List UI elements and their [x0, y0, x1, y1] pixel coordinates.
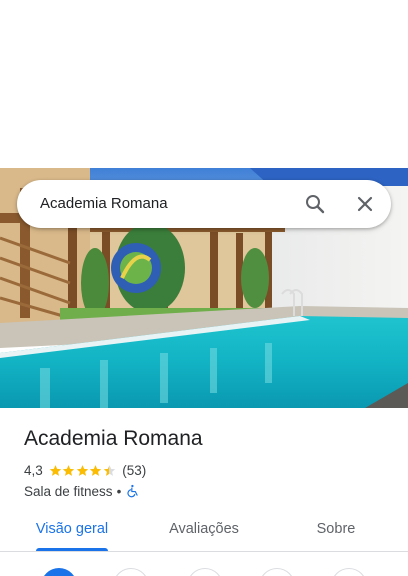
tab-overview[interactable]: Visão geral [24, 521, 120, 537]
map-area [0, 0, 408, 168]
place-title: Academia Romana [24, 427, 203, 450]
star-icon [49, 464, 61, 476]
rating-row[interactable]: 4,3 (53) [24, 461, 146, 479]
category-row: Sala de fitness • [24, 482, 140, 500]
review-count[interactable]: (53) [122, 463, 146, 478]
close-icon[interactable] [353, 192, 377, 216]
share-button[interactable] [331, 568, 367, 576]
star-icon [90, 464, 102, 476]
separator-dot: • [116, 483, 122, 499]
tab-reviews[interactable]: Avaliações [156, 521, 252, 537]
search-icon[interactable] [303, 192, 327, 216]
search-input[interactable]: Academia Romana [40, 195, 168, 212]
send-to-phone-button[interactable] [259, 568, 295, 576]
search-bar[interactable]: Academia Romana [17, 180, 391, 228]
nearby-button[interactable] [187, 568, 223, 576]
place-category: Sala de fitness [24, 483, 113, 499]
place-tabs: Visão geral Avaliações Sobre [0, 508, 408, 552]
star-icon [76, 464, 88, 476]
wheelchair-accessible-icon [127, 484, 138, 498]
tab-about[interactable]: Sobre [288, 521, 384, 537]
save-button[interactable] [113, 568, 149, 576]
star-icon [63, 464, 75, 476]
half-star-icon [103, 464, 115, 476]
rating-value: 4,3 [24, 462, 43, 478]
place-details-panel: Academia Romana 4,3 (53) Sala de fitness… [0, 408, 408, 576]
directions-button[interactable] [41, 568, 77, 576]
star-rating [49, 464, 117, 477]
active-tab-indicator [36, 548, 108, 551]
